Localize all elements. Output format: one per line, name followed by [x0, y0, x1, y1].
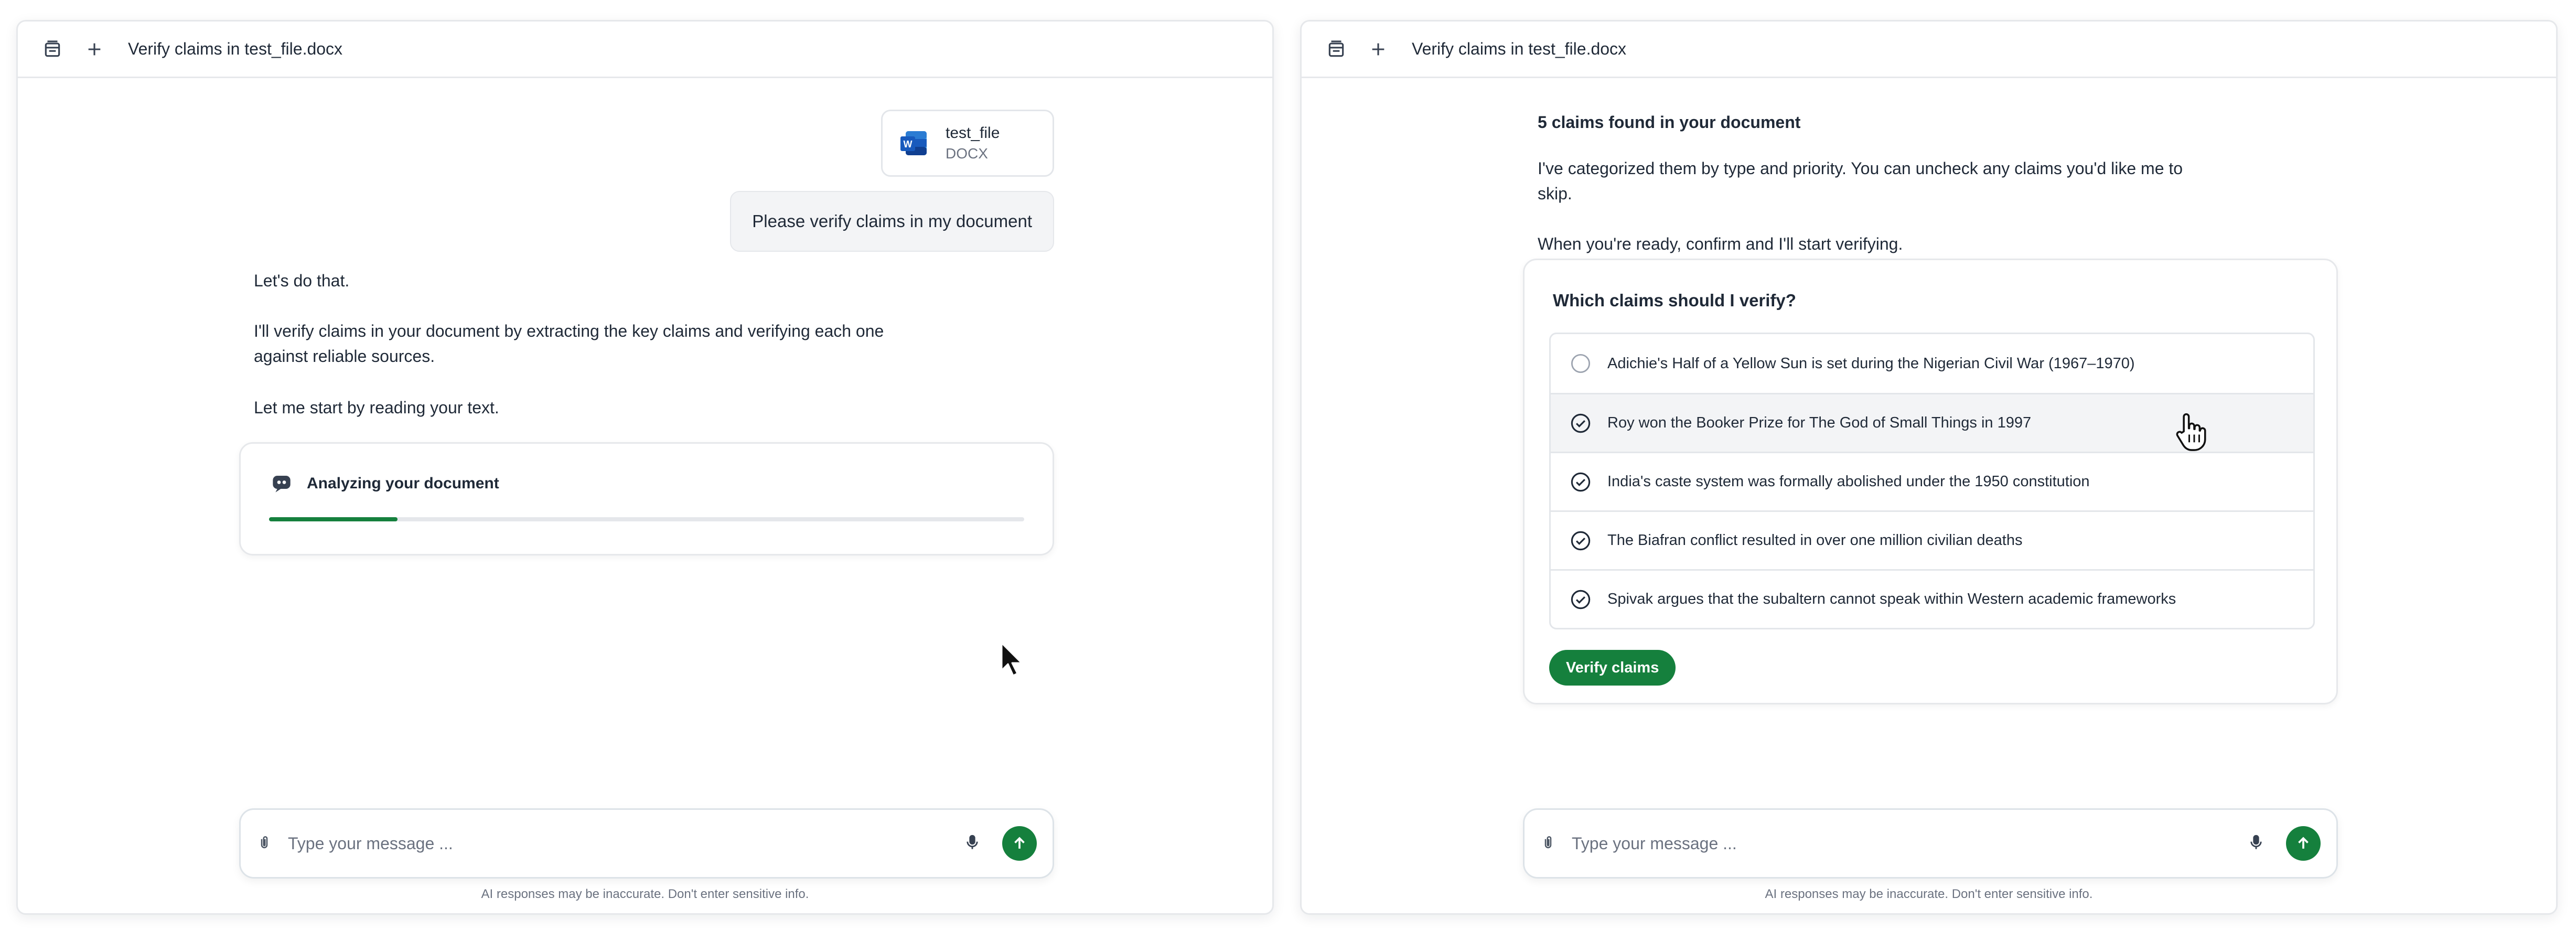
chat-body: W test_file DOCX Please verify claims in… [239, 78, 1054, 913]
claims-summary-paragraph: I've categorized them by type and priori… [1538, 159, 2183, 203]
bot-message-paragraph: I'll verify claims in your document by e… [254, 322, 884, 366]
history-icon[interactable] [1325, 38, 1348, 61]
microphone-icon[interactable] [963, 832, 981, 856]
claim-row[interactable]: The Biafran conflict resulted in over on… [1551, 510, 2313, 569]
message-input[interactable]: Type your message ... [1572, 834, 2247, 853]
checked-circle-icon[interactable] [1570, 530, 1592, 552]
checked-circle-icon[interactable] [1570, 471, 1592, 493]
checked-circle-icon[interactable] [1570, 412, 1592, 434]
paperclip-icon[interactable] [1540, 832, 1556, 855]
disclaimer-text: AI responses may be inaccurate. Don't en… [1765, 887, 2093, 901]
chat-title: Verify claims in test_file.docx [128, 39, 343, 58]
message-composer[interactable]: Type your message ... [239, 808, 1054, 879]
claims-selection-card: Which claims should I verify? Adichie's … [1523, 259, 2338, 704]
stage: Verify claims in test_file.docx W test_f… [0, 0, 2576, 941]
bot-message-line: Let me start by reading your text. [254, 398, 499, 417]
assistant-bot-icon [271, 473, 292, 494]
word-doc-icon: W [898, 128, 929, 158]
checked-circle-icon[interactable] [1570, 589, 1592, 611]
claim-text: India's caste system was formally abolis… [1607, 473, 2090, 490]
message-input[interactable]: Type your message ... [288, 834, 963, 853]
claim-text: Adichie's Half of a Yellow Sun is set du… [1607, 355, 2135, 372]
claim-row[interactable]: India's caste system was formally abolis… [1551, 452, 2313, 510]
claim-row[interactable]: Adichie's Half of a Yellow Sun is set du… [1551, 334, 2313, 393]
verify-claims-button[interactable]: Verify claims [1549, 650, 1676, 686]
unchecked-circle-icon[interactable] [1570, 352, 1592, 375]
chat-window-right: Verify claims in test_file.docx 5 claims… [1300, 20, 2558, 915]
svg-text:W: W [904, 139, 913, 149]
send-button[interactable] [1002, 826, 1037, 861]
analysis-status-card: Analyzing your document [239, 442, 1054, 555]
message-composer[interactable]: Type your message ... [1523, 808, 2338, 879]
chat-title: Verify claims in test_file.docx [1412, 39, 1627, 58]
attachment-filetype: DOCX [946, 145, 988, 162]
bot-message-line: Let's do that. [254, 271, 350, 290]
chat-header: Verify claims in test_file.docx [1302, 22, 2556, 78]
claim-text: The Biafran conflict resulted in over on… [1607, 532, 2023, 549]
analysis-status-label: Analyzing your document [307, 475, 499, 492]
chat-window-left: Verify claims in test_file.docx W test_f… [16, 20, 1274, 915]
claim-text: Spivak argues that the subaltern cannot … [1607, 591, 2176, 607]
file-attachment[interactable]: W test_file DOCX [881, 110, 1054, 177]
disclaimer-text: AI responses may be inaccurate. Don't en… [481, 887, 809, 901]
claims-summary-paragraph: When you're ready, confirm and I'll star… [1538, 234, 1903, 253]
chat-header: Verify claims in test_file.docx [18, 22, 1272, 78]
attachment-filename: test_file [946, 124, 1000, 142]
claims-list: Adichie's Half of a Yellow Sun is set du… [1549, 333, 2315, 629]
new-chat-icon[interactable] [83, 38, 106, 61]
arrow-cursor-icon [1000, 641, 1023, 680]
paperclip-icon[interactable] [256, 832, 272, 855]
hand-pointer-cursor-icon [2171, 411, 2209, 456]
analysis-progress-bar [269, 517, 1024, 521]
claim-row[interactable]: Spivak argues that the subaltern cannot … [1551, 569, 2313, 628]
history-icon[interactable] [41, 38, 64, 61]
claim-text: Roy won the Booker Prize for The God of … [1607, 414, 2032, 431]
microphone-icon[interactable] [2247, 832, 2265, 856]
new-chat-icon[interactable] [1367, 38, 1390, 61]
send-button[interactable] [2286, 826, 2321, 861]
claims-summary-heading: 5 claims found in your document [1538, 113, 1801, 132]
claims-question: Which claims should I verify? [1553, 291, 1796, 310]
analysis-progress-fill [269, 517, 398, 521]
user-message: Please verify claims in my document [730, 191, 1054, 252]
